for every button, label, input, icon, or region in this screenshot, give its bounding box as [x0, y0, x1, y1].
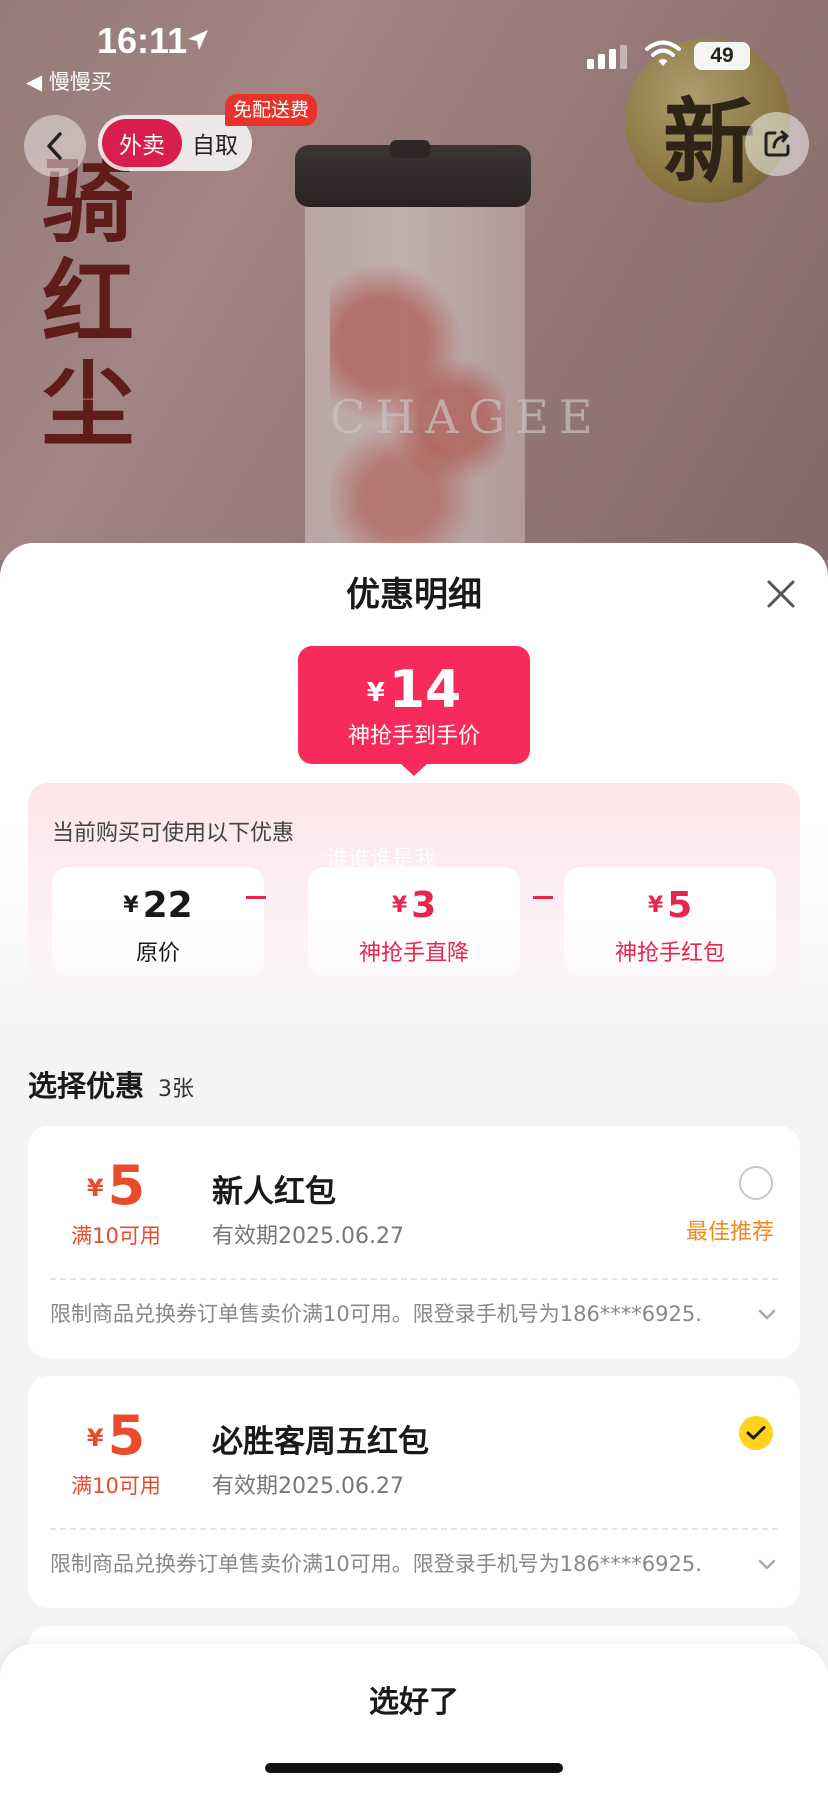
- select-discount-heading: 选择优惠: [28, 1069, 145, 1103]
- free-delivery-badge: 免配送费: [225, 94, 318, 126]
- confirm-button[interactable]: 选好了: [0, 1644, 828, 1754]
- coupon-count: 3张: [158, 1077, 194, 1102]
- coupon-validity: 有效期2025.06.27: [212, 1224, 404, 1249]
- cup-brand-text: CHAGEE: [330, 390, 603, 444]
- original-price-label: 原价: [135, 941, 180, 966]
- minus-sign: [246, 896, 266, 899]
- dashed-divider: [50, 1278, 778, 1280]
- battery-indicator: 49: [694, 42, 750, 70]
- direct-discount-box: ¥3 神抢手直降: [308, 867, 520, 977]
- close-icon[interactable]: [760, 573, 802, 615]
- direct-discount-amount: 3: [411, 885, 437, 926]
- discount-detail-sheet: 优惠明细 ¥14 神抢手到手价 当前购买可使用以下优惠 谁谁谁是我 ¥22 原价…: [0, 543, 828, 1795]
- final-price-amount: 14: [388, 660, 462, 720]
- minus-sign: [533, 896, 553, 899]
- product-hero-image: 骑红尘 新 CHAGEE: [0, 0, 828, 560]
- chevron-down-icon[interactable]: [756, 1306, 778, 1324]
- original-price-box: ¥22 原价: [52, 867, 264, 977]
- direct-discount-label: 神抢手直降: [358, 941, 469, 966]
- coupon-name: 必胜客周五红包: [212, 1424, 429, 1460]
- coupon-name: 新人红包: [212, 1174, 336, 1210]
- coupon-value: ¥5 满10可用: [48, 1156, 184, 1250]
- red-packet-box: ¥5 神抢手红包: [564, 867, 776, 977]
- original-price-amount: 22: [142, 885, 193, 926]
- confirm-bar: 选好了: [0, 1644, 828, 1795]
- red-packet-label: 神抢手红包: [614, 941, 725, 966]
- cellular-signal-icon: [587, 45, 627, 69]
- final-price-currency: ¥: [366, 678, 385, 708]
- red-packet-amount: 5: [667, 885, 693, 926]
- share-icon: [764, 130, 790, 157]
- chevron-down-icon[interactable]: [756, 1556, 778, 1574]
- wifi-icon: [645, 40, 681, 66]
- coupon-card[interactable]: ¥5 满10可用 必胜客周五红包 有效期2025.06.27 限制商品兑换券订单…: [28, 1376, 800, 1608]
- coupon-amount: 5: [107, 1154, 146, 1217]
- product-cup: [305, 180, 525, 560]
- coupon-description: 限制商品兑换券订单售卖价满10可用。限登录手机号为186****6925...: [50, 1302, 700, 1326]
- coupon-validity: 有效期2025.06.27: [212, 1474, 404, 1499]
- coupon-condition: 满10可用: [71, 1224, 161, 1248]
- coupon-amount: 5: [107, 1404, 146, 1467]
- checkmark-icon: [746, 1426, 766, 1440]
- location-arrow-icon: [188, 30, 208, 50]
- sheet-title: 优惠明细: [346, 575, 482, 615]
- price-breakdown-panel: 当前购买可使用以下优惠 谁谁谁是我 ¥22 原价 ¥3 神抢手直降 ¥5 神抢手…: [28, 783, 800, 1003]
- hero-title: 骑红尘: [42, 147, 135, 459]
- back-to-app-link[interactable]: ◀ 慢慢买: [26, 66, 112, 96]
- coupon-description: 限制商品兑换券订单售卖价满10可用。限登录手机号为186****6925...: [50, 1552, 700, 1576]
- breakdown-title: 当前购买可使用以下优惠: [52, 821, 295, 846]
- final-price-card: ¥14 神抢手到手价: [298, 646, 530, 776]
- final-price-label: 神抢手到手价: [347, 724, 480, 749]
- share-button[interactable]: [745, 112, 809, 176]
- coupon-condition: 满10可用: [71, 1474, 161, 1498]
- home-indicator: [265, 1763, 563, 1773]
- tab-pickup[interactable]: 自取: [182, 126, 248, 160]
- coupon-value: ¥5 满10可用: [48, 1406, 184, 1500]
- status-time: 16:11: [97, 20, 188, 61]
- back-button[interactable]: [24, 115, 86, 177]
- dashed-divider: [50, 1528, 778, 1530]
- tab-delivery[interactable]: 外卖: [102, 119, 182, 167]
- chevron-left-icon: [47, 132, 62, 160]
- coupon-checked[interactable]: [739, 1416, 773, 1450]
- coupon-radio-unchecked[interactable]: [739, 1166, 773, 1200]
- coupon-card[interactable]: ¥5 满10可用 新人红包 有效期2025.06.27 最佳推荐 限制商品兑换券…: [28, 1126, 800, 1358]
- best-recommend-tag: 最佳推荐: [686, 1220, 775, 1245]
